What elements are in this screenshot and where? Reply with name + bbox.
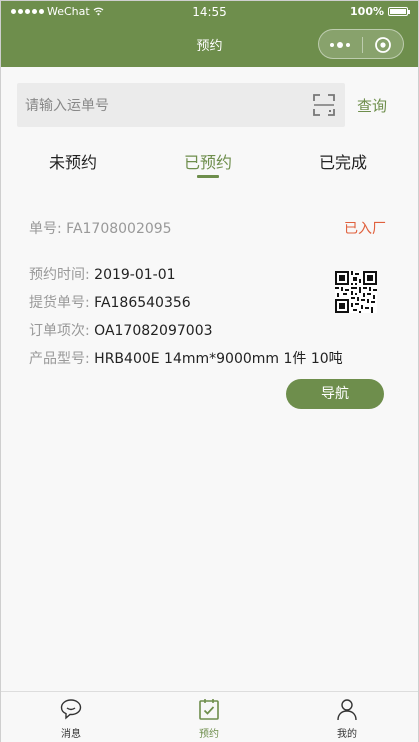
calendar-check-icon [199,699,219,720]
field-label: 提货单号: [29,295,90,311]
tab-completed[interactable]: 已完成 [319,149,367,173]
battery-icon [388,7,410,16]
order-number-row: 单号: FA1708002095 [29,218,172,238]
status-bar: WeChat 14:55 100% [1,1,418,23]
order-number-label: 单号: [29,221,62,237]
search-box [17,83,345,127]
tab-unbooked[interactable]: 未预约 [49,149,97,173]
close-miniprogram-icon[interactable] [374,36,392,54]
active-tab-indicator [197,175,219,178]
message-icon [60,699,82,720]
tabbar-label: 我的 [337,729,357,740]
bottom-tab-bar: 消息 预约 我的 [1,691,418,742]
more-button[interactable] [330,42,350,48]
field-value: OA17082097003 [94,323,213,339]
miniprogram-capsule [318,29,404,59]
field-row: 预约时间: 2019-01-01 [29,264,176,284]
waybill-search-input[interactable] [23,92,297,120]
query-button[interactable]: 查询 [357,95,387,116]
scan-icon[interactable] [312,93,336,117]
field-value: FA186540356 [94,295,191,311]
tabbar-item-booking[interactable]: 预约 [169,692,249,742]
order-number-value: FA1708002095 [66,221,172,237]
order-status-badge: 已入厂 [344,221,386,237]
field-row: 提货单号: FA186540356 [29,292,191,312]
user-icon [337,699,357,721]
field-label: 订单项次: [29,323,90,339]
capsule-divider [362,37,363,53]
field-value: HRB400E 14mm*9000mm 1件 10吨 [94,351,343,367]
tabbar-item-profile[interactable]: 我的 [307,692,387,742]
field-label: 预约时间: [29,267,90,283]
field-value: 2019-01-01 [94,267,176,283]
tab-booked[interactable]: 已预约 [184,149,232,173]
qr-code-icon[interactable] [335,271,377,313]
tabbar-label: 预约 [199,729,219,740]
field-row: 产品型号: HRB400E 14mm*9000mm 1件 10吨 [29,348,343,368]
field-row: 订单项次: OA17082097003 [29,320,213,340]
tabbar-item-messages[interactable]: 消息 [31,692,111,742]
battery-status: 100% [350,5,410,18]
header-bar: WeChat 14:55 100% 预约 [1,1,418,67]
navigate-button[interactable]: 导航 [286,379,384,409]
tabbar-label: 消息 [61,729,81,740]
battery-percent: 100% [350,5,384,18]
field-label: 产品型号: [29,351,90,367]
